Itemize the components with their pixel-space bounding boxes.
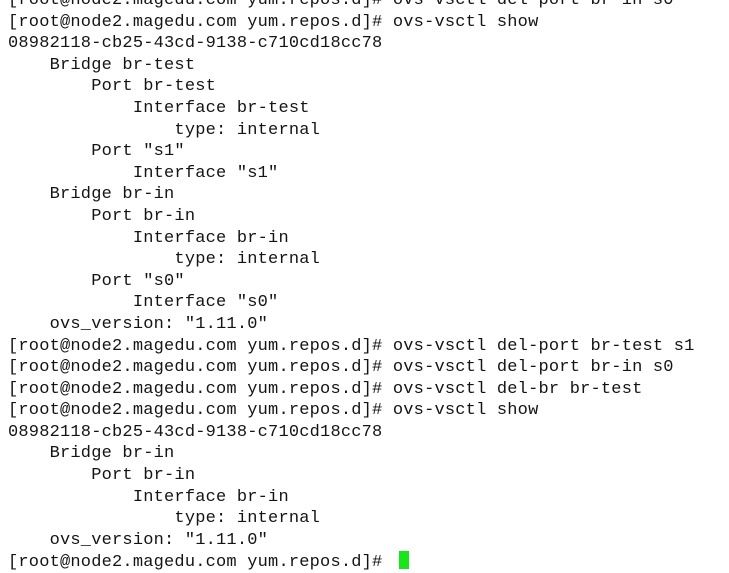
terminal-line: type: internal [8,120,321,140]
terminal-line: Interface br-in [8,487,289,507]
terminal-line: Bridge br-in [8,444,175,464]
terminal-line: Port br-in [8,206,196,226]
terminal-line: [root@node2.magedu.com yum.repos.d]# ovs… [8,358,674,378]
text-cursor [398,551,409,570]
terminal-line: [root@node2.magedu.com yum.repos.d]# ovs… [8,336,695,356]
terminal-line: type: internal [8,250,321,270]
terminal-line: Interface br-test [8,98,310,118]
prompt-line[interactable]: [root@node2.magedu.com yum.repos.d]# [8,551,729,573]
terminal-line: 08982118-cb25-43cd-9138-c710cd18cc78 [8,422,383,442]
terminal-line: ovs_version: "1.11.0" [8,314,269,334]
terminal-output: [root@node2.magedu.com yum.repos.d]# ovs… [8,0,729,573]
terminal-line: Port br-in [8,466,196,486]
terminal-line: Interface "s0" [8,293,279,313]
terminal-line: Port "s1" [8,142,185,162]
terminal-line: Port br-test [8,77,217,97]
terminal-line: Interface br-in [8,228,289,248]
terminal-line: Bridge br-test [8,55,196,75]
terminal-line: [root@node2.magedu.com yum.repos.d]# ovs… [8,0,674,10]
terminal-line: Interface "s1" [8,163,279,183]
terminal-line: Bridge br-in [8,185,175,205]
terminal-line: ovs_version: "1.11.0" [8,530,269,550]
terminal-line: [root@node2.magedu.com yum.repos.d]# ovs… [8,379,643,399]
terminal-line: 08982118-cb25-43cd-9138-c710cd18cc78 [8,34,383,54]
terminal-window[interactable]: [root@node2.magedu.com yum.repos.d]# ovs… [0,0,729,573]
terminal-line: type: internal [8,509,321,529]
terminal-line: [root@node2.magedu.com yum.repos.d]# ovs… [8,401,539,421]
shell-prompt: [root@node2.magedu.com yum.repos.d]# [8,553,393,573]
terminal-line: [root@node2.magedu.com yum.repos.d]# ovs… [8,12,539,32]
terminal-line: Port "s0" [8,271,185,291]
